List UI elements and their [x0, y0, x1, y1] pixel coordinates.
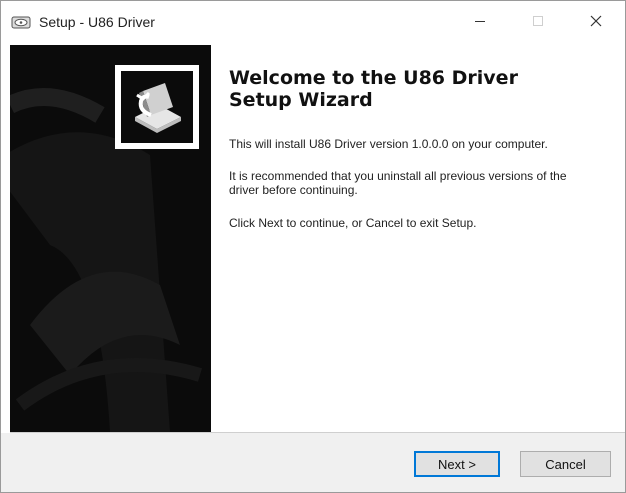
install-version-text: This will install U86 Driver version 1.0…	[229, 137, 548, 151]
close-button[interactable]	[573, 1, 619, 45]
wizard-banner	[10, 45, 211, 432]
maximize-icon	[532, 14, 544, 32]
minimize-button[interactable]	[457, 1, 503, 45]
window-title: Setup - U86 Driver	[39, 14, 155, 30]
uninstall-recommendation-text: It is recommended that you uninstall all…	[229, 169, 567, 197]
setup-disk-icon	[11, 14, 31, 30]
setup-window: Setup - U86 Driver Welcome to the U86 Dr…	[0, 0, 626, 493]
close-icon	[590, 14, 602, 32]
instruction-text: Click Next to continue, or Cancel to exi…	[229, 216, 477, 230]
minimize-icon	[474, 14, 486, 32]
next-button[interactable]: Next >	[414, 451, 500, 477]
title-bar[interactable]: Setup - U86 Driver	[1, 1, 625, 45]
installer-box-icon	[115, 65, 199, 149]
cancel-button[interactable]: Cancel	[520, 451, 611, 477]
welcome-heading: Welcome to the U86 Driver Setup Wizard	[229, 67, 518, 111]
wizard-footer: Next > Cancel	[1, 433, 625, 492]
wizard-content: Welcome to the U86 Driver Setup Wizard T…	[211, 45, 625, 432]
maximize-button[interactable]	[515, 1, 561, 45]
